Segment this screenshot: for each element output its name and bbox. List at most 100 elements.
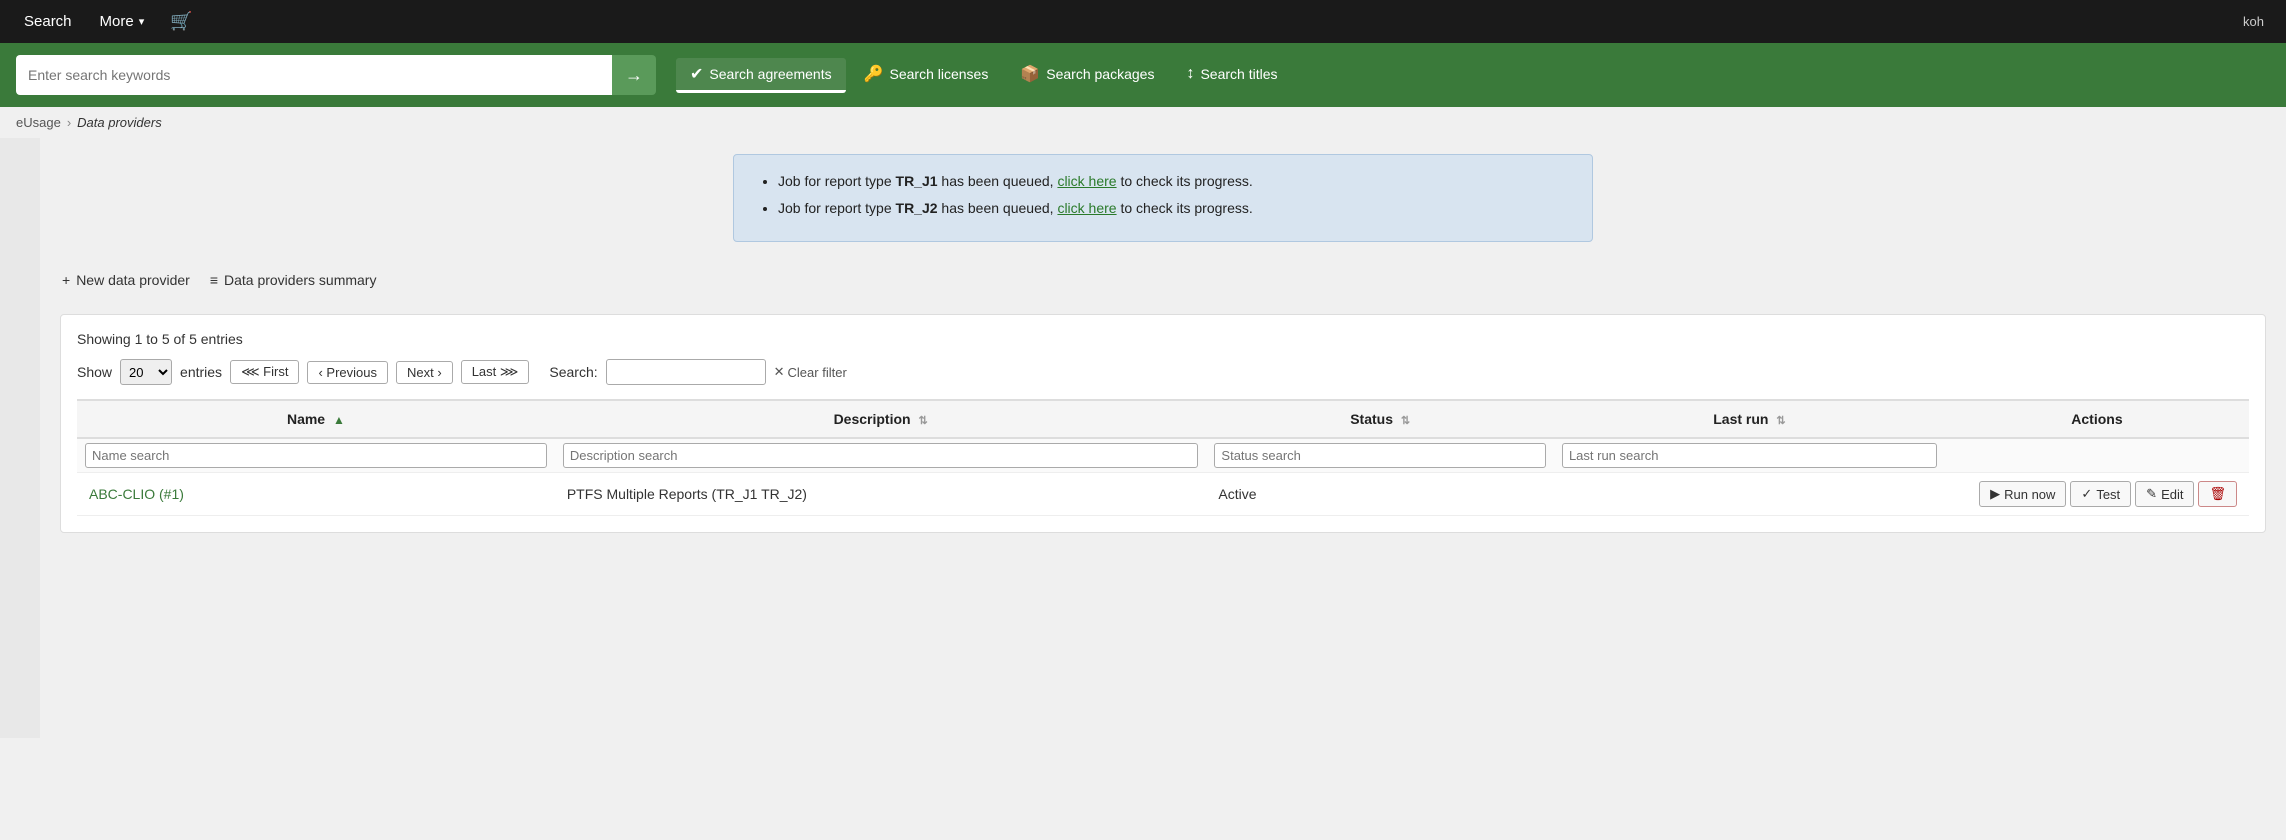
nav-search-label: Search [24, 13, 72, 30]
table-search-label: Search: [549, 364, 597, 380]
run-now-button[interactable]: ▶ Run now [1979, 481, 2066, 507]
lastrun-search-cell [1554, 438, 1945, 473]
sort-both-icon-status: ⇅ [1401, 415, 1410, 427]
breadcrumb-current: Data providers [77, 115, 162, 130]
col-description-label: Description [834, 411, 911, 427]
clear-filter-button[interactable]: ✕ Clear filter [774, 364, 847, 380]
list-icon: ≡ [210, 272, 218, 288]
row-name-cell: ABC-CLIO (#1) [77, 473, 555, 516]
data-table: Name ▲ Description ⇅ Status ⇅ Last run [77, 399, 2249, 516]
col-header-lastrun[interactable]: Last run ⇅ [1554, 400, 1945, 438]
action-row: + New data provider ≡ Data providers sum… [60, 266, 2266, 294]
check-icon: ✓ [2081, 486, 2092, 502]
cart-button[interactable]: 🛒 [158, 0, 204, 43]
entries-info: Showing 1 to 5 of 5 entries [77, 331, 2249, 347]
description-search-input[interactable] [563, 443, 1199, 468]
chevron-down-icon: ▾ [139, 15, 145, 28]
checkmark-icon: ✔ [690, 64, 703, 84]
table-header-row: Name ▲ Description ⇅ Status ⇅ Last run [77, 400, 2249, 438]
info-message-1: Job for report type TR_J1 has been queue… [778, 171, 1568, 192]
plus-icon: + [62, 272, 70, 288]
info-messages: Job for report type TR_J1 has been queue… [758, 171, 1568, 219]
lastrun-search-input[interactable] [1562, 443, 1937, 468]
times-icon: ✕ [774, 364, 785, 380]
key-icon: 🔑 [864, 64, 884, 84]
row-status-cell: Active [1206, 473, 1554, 516]
click-here-link-1[interactable]: click here [1057, 173, 1116, 189]
edit-label: Edit [2161, 487, 2183, 502]
name-search-cell [77, 438, 555, 473]
next-page-icon: › [437, 365, 441, 380]
tab-search-packages[interactable]: 📦 Search packages [1006, 58, 1168, 93]
nav-more-label: More [100, 13, 134, 30]
nav-more[interactable]: More ▾ [86, 0, 159, 43]
breadcrumb: eUsage › Data providers [0, 107, 2286, 138]
col-header-name[interactable]: Name ▲ [77, 400, 555, 438]
tab-packages-label: Search packages [1046, 66, 1154, 82]
tab-search-agreements[interactable]: ✔ Search agreements [676, 58, 846, 93]
info-message-2: Job for report type TR_J2 has been queue… [778, 198, 1568, 219]
cart-icon: 🛒 [170, 11, 192, 32]
search-input[interactable] [16, 55, 612, 95]
tab-agreements-label: Search agreements [709, 66, 831, 82]
name-search-input[interactable] [85, 443, 547, 468]
sort-both-icon-lastrun: ⇅ [1776, 415, 1785, 427]
table-container: Showing 1 to 5 of 5 entries Show 10 20 5… [60, 314, 2266, 533]
row-actions-cell: ▶ Run now ✓ Test ✎ Edit 🗑 [1945, 473, 2249, 516]
actions-search-cell [1945, 438, 2249, 473]
package-icon: 📦 [1020, 64, 1040, 84]
next-page-button[interactable]: Next › [396, 361, 453, 384]
search-bar: → ✔ Search agreements 🔑 Search licenses … [0, 43, 2286, 107]
col-lastrun-label: Last run [1713, 411, 1768, 427]
data-providers-summary-button[interactable]: ≡ Data providers summary [208, 266, 379, 294]
run-now-label: Run now [2004, 487, 2055, 502]
pencil-icon: ✎ [2146, 486, 2157, 502]
search-tabs: ✔ Search agreements 🔑 Search licenses 📦 … [676, 58, 1292, 93]
prev-page-button[interactable]: ‹ Previous [307, 361, 388, 384]
row-lastrun-cell [1554, 473, 1945, 516]
new-data-provider-button[interactable]: + New data provider [60, 266, 192, 294]
col-header-description[interactable]: Description ⇅ [555, 400, 1207, 438]
last-page-button[interactable]: Last ⋙ [461, 360, 530, 384]
edit-button[interactable]: ✎ Edit [2135, 481, 2194, 507]
status-search-cell [1206, 438, 1554, 473]
table-row: ABC-CLIO (#1) PTFS Multiple Reports (TR_… [77, 473, 2249, 516]
table-search-input[interactable] [606, 359, 766, 385]
tab-titles-label: Search titles [1200, 66, 1277, 82]
col-status-label: Status [1350, 411, 1393, 427]
col-name-label: Name [287, 411, 325, 427]
info-box: Job for report type TR_J1 has been queue… [733, 154, 1593, 242]
prev-page-icon: ‹ [318, 365, 322, 380]
search-go-button[interactable]: → [612, 55, 656, 95]
new-data-provider-label: New data provider [76, 272, 190, 288]
delete-button[interactable]: 🗑 [2198, 481, 2237, 507]
arrow-right-icon: → [625, 65, 643, 86]
show-label: Show [77, 364, 112, 380]
table-body: ABC-CLIO (#1) PTFS Multiple Reports (TR_… [77, 473, 2249, 516]
col-actions-label: Actions [2071, 411, 2122, 427]
click-here-link-2[interactable]: click here [1057, 200, 1116, 216]
data-providers-summary-label: Data providers summary [224, 272, 377, 288]
table-search-row [77, 438, 2249, 473]
pagination-row: Show 10 20 50 100 entries ⋘ First ‹ Prev… [77, 359, 2249, 385]
tab-search-titles[interactable]: ↕ Search titles [1172, 59, 1291, 92]
action-buttons: ▶ Run now ✓ Test ✎ Edit 🗑 [1957, 481, 2237, 507]
col-header-status[interactable]: Status ⇅ [1206, 400, 1554, 438]
test-button[interactable]: ✓ Test [2070, 481, 2131, 507]
page-layout: Job for report type TR_J1 has been queue… [0, 138, 2286, 738]
first-page-icon: ⋘ [241, 364, 260, 379]
sort-icon: ↕ [1186, 65, 1194, 83]
tab-licenses-label: Search licenses [890, 66, 989, 82]
row-name-link[interactable]: ABC-CLIO (#1) [89, 486, 184, 502]
breadcrumb-eusage[interactable]: eUsage [16, 115, 61, 130]
col-header-actions: Actions [1945, 400, 2249, 438]
status-search-input[interactable] [1214, 443, 1546, 468]
first-page-button[interactable]: ⋘ First [230, 360, 299, 384]
test-label: Test [2096, 487, 2120, 502]
sidebar [0, 138, 40, 738]
nav-search[interactable]: Search [10, 0, 86, 43]
trash-icon: 🗑 [2209, 486, 2226, 502]
last-page-icon: ⋙ [500, 364, 519, 379]
tab-search-licenses[interactable]: 🔑 Search licenses [850, 58, 1003, 93]
per-page-select[interactable]: 10 20 50 100 [120, 359, 172, 385]
